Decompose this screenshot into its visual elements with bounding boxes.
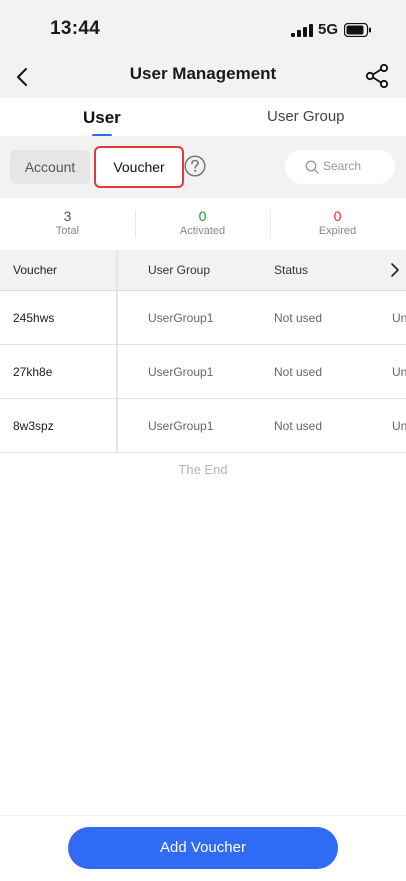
stat-expired-value: 0 <box>333 208 342 224</box>
tab-bar: User User Group <box>0 98 406 136</box>
account-filter-button[interactable]: Account <box>10 150 90 184</box>
table-row[interactable]: 27kh8e UserGroup1 Not used Un <box>0 345 406 399</box>
voucher-code: 8w3spz <box>0 399 118 452</box>
stat-activated-label: Activated <box>179 225 226 237</box>
tab-user-group[interactable]: User Group <box>267 108 345 125</box>
search-input[interactable]: Search <box>285 150 395 184</box>
stat-activated-value: 0 <box>198 208 207 224</box>
stat-total-label: Total <box>55 225 80 237</box>
voucher-table: Voucher User Group Status 245hws UserGro… <box>0 250 406 453</box>
end-of-list-text: The End <box>178 462 228 477</box>
bottom-action-bar: Add Voucher <box>0 815 406 881</box>
help-icon[interactable] <box>184 155 206 177</box>
clock: 13:44 <box>50 18 101 39</box>
table-row[interactable]: 245hws UserGroup1 Not used Un <box>0 291 406 345</box>
status-cell: Not used <box>274 364 323 379</box>
chevron-right-icon[interactable] <box>388 262 402 278</box>
status-bar: 13:44 5G <box>0 0 406 58</box>
voucher-code: 27kh8e <box>0 345 118 398</box>
search-icon <box>305 160 319 174</box>
stat-expired: 0 Expired <box>270 208 405 237</box>
search-placeholder: Search <box>323 159 362 173</box>
stats-summary: 3 Total 0 Activated 0 Expired <box>0 198 406 250</box>
nav-bar: User Management <box>0 58 406 98</box>
column-header-voucher: Voucher <box>0 250 118 290</box>
column-header-user-group: User Group <box>148 263 211 277</box>
truncated-cell: Un <box>392 364 406 379</box>
voucher-code: 245hws <box>0 291 118 344</box>
status-cell: Not used <box>274 418 323 433</box>
column-header-status: Status <box>274 263 309 277</box>
truncated-cell: Un <box>392 310 406 325</box>
table-header: Voucher User Group Status <box>0 250 406 291</box>
share-icon[interactable] <box>363 62 391 90</box>
stat-total-value: 3 <box>63 208 72 224</box>
voucher-filter-button[interactable]: Voucher <box>94 146 184 188</box>
truncated-cell: Un <box>392 418 406 433</box>
user-group-cell: UserGroup1 <box>148 310 214 325</box>
status-cell: Not used <box>274 310 323 325</box>
add-voucher-button[interactable]: Add Voucher <box>68 827 338 869</box>
stat-activated: 0 Activated <box>135 208 270 237</box>
tab-user[interactable]: User <box>83 108 121 128</box>
filter-bar: Account Voucher Search <box>0 136 406 198</box>
table-row[interactable]: 8w3spz UserGroup1 Not used Un <box>0 399 406 453</box>
stat-total: 3 Total <box>0 208 135 237</box>
network-type: 5G <box>318 21 339 38</box>
user-group-cell: UserGroup1 <box>148 364 214 379</box>
user-group-cell: UserGroup1 <box>148 418 214 433</box>
battery-icon <box>344 23 371 37</box>
page-title: User Management <box>129 64 277 83</box>
signal-icon <box>291 24 313 37</box>
stat-expired-label: Expired <box>318 225 357 237</box>
